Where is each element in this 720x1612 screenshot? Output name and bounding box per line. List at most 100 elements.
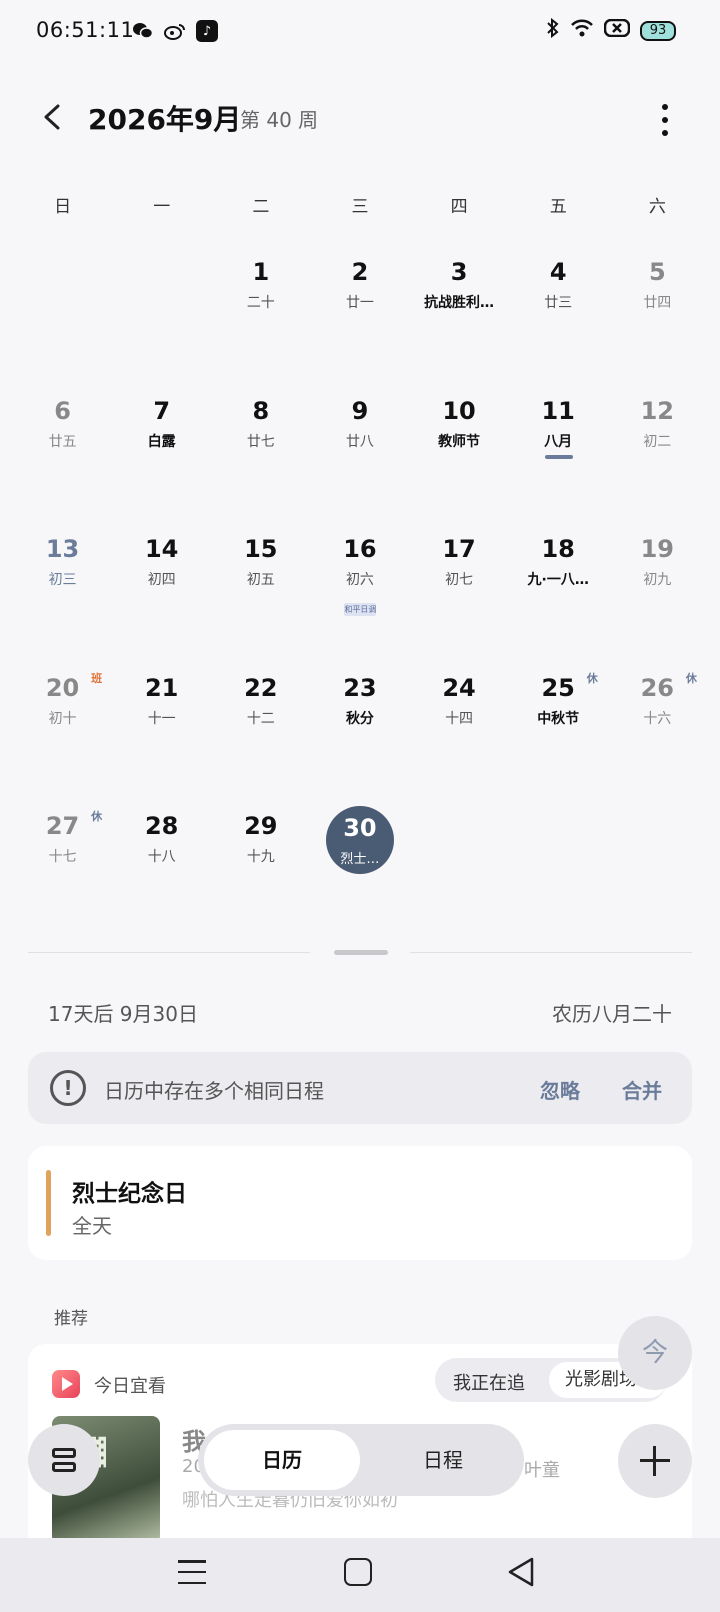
holiday-badge: 休 <box>685 671 697 685</box>
day-cell[interactable]: 29 十九 <box>211 794 310 933</box>
day-cell[interactable]: 26 十六休 <box>608 656 707 795</box>
lunar-label: 九·一八… <box>527 572 589 589</box>
back-button[interactable] <box>38 100 68 134</box>
day-number: 13 <box>45 535 80 564</box>
day-cell[interactable]: 17 初七 <box>410 517 509 656</box>
day-cell[interactable]: 28 十八 <box>112 794 211 933</box>
month-grid: 1 二十 2 廿一 3 抗战胜利… 4 廿三 5 廿四 6 廿五 7 白露 8 廿七 9 廿八 10 教师节 11 八月 1… <box>13 240 707 933</box>
day-number: 12 <box>640 396 675 425</box>
tab-calendar[interactable]: 日历 <box>204 1430 360 1490</box>
day-cell[interactable]: 18 九·一八… <box>509 517 608 656</box>
divider <box>28 952 310 953</box>
today-button[interactable]: 今 <box>618 1316 692 1390</box>
event-card[interactable]: 烈士纪念日 全天 <box>28 1146 692 1260</box>
day-number: 17 <box>442 535 476 564</box>
week-row: 1 二十 2 廿一 3 抗战胜利… 4 廿三 5 廿四 <box>13 240 707 379</box>
week-row: 27 十七休 28 十八 29 十九 30 烈士… <box>13 794 707 933</box>
lunar-label: 廿七 <box>246 433 275 450</box>
week-number: 第 40 周 <box>240 108 319 132</box>
status-app-icons: ♪ <box>132 20 218 42</box>
day-cell[interactable]: 19 初九 <box>608 517 707 656</box>
merge-button[interactable]: 合并 <box>622 1075 662 1104</box>
ignore-button[interactable]: 忽略 <box>540 1075 580 1104</box>
lunar-label: 初九 <box>643 572 672 589</box>
day-cell[interactable]: 2 廿一 <box>310 240 409 379</box>
month-title[interactable]: 2026年9月 <box>88 98 241 138</box>
day-number: 22 <box>244 673 278 702</box>
empty-cell <box>509 794 608 933</box>
day-cell[interactable]: 13 初三 <box>13 517 112 656</box>
home-button[interactable] <box>344 1558 372 1586</box>
lunar-label: 二十 <box>246 295 275 311</box>
day-cell[interactable]: 9 廿八 <box>310 379 409 518</box>
lunar-label: 教师节 <box>438 433 481 450</box>
day-cell[interactable]: 23 秋分 <box>310 656 409 795</box>
lunar-label: 廿八 <box>345 433 374 450</box>
day-cell[interactable]: 27 十七休 <box>13 794 112 933</box>
day-cell[interactable]: 10 教师节 <box>410 379 509 518</box>
day-cell[interactable]: 1 二十 <box>211 240 310 379</box>
empty-cell <box>410 794 509 933</box>
day-cell[interactable]: 15 初五 <box>211 517 310 656</box>
lunar-label: 初二 <box>643 433 672 450</box>
day-cell[interactable]: 30 烈士… <box>310 794 409 933</box>
holiday-badge: 休 <box>586 671 598 685</box>
day-number: 1 <box>252 258 270 286</box>
day-number: 3 <box>450 258 468 286</box>
system-nav-bar <box>0 1538 720 1612</box>
more-options-button[interactable] <box>660 104 670 136</box>
day-cell[interactable]: 16 初六 和平日调 <box>310 517 409 656</box>
day-cell[interactable]: 12 初二 <box>608 379 707 518</box>
day-cell[interactable]: 25 中秋节休 <box>509 656 608 795</box>
view-segment-control: 日历 日程 <box>198 1424 524 1496</box>
back-nav-button[interactable] <box>506 1556 536 1588</box>
tiktok-icon: ♪ <box>196 20 218 42</box>
day-number: 10 <box>442 396 476 425</box>
day-number: 18 <box>541 535 575 564</box>
day-cell[interactable]: 20 初十班 <box>13 656 112 795</box>
day-cell[interactable]: 11 八月 <box>509 379 608 518</box>
day-cell[interactable]: 14 初四 <box>112 517 211 656</box>
day-number: 29 <box>244 812 278 841</box>
day-number: 21 <box>144 673 179 702</box>
day-cell[interactable]: 8 廿七 <box>211 379 310 518</box>
weekday-label: 日 <box>54 197 72 217</box>
recent-apps-button[interactable] <box>178 1560 206 1584</box>
lunar-label: 白露 <box>147 433 176 450</box>
week-row: 20 初十班 21 十一 22 十二 23 秋分 24 十四 25 中秋节休 26 十六休 <box>13 656 707 795</box>
lunar-label: 十六 <box>643 710 672 727</box>
drama-cast: 叶童 <box>524 1460 560 1481</box>
view-switch-button[interactable] <box>28 1424 100 1496</box>
video-app-icon <box>52 1370 80 1398</box>
lunar-label: 廿一 <box>345 295 374 311</box>
day-number: 5 <box>648 258 666 286</box>
day-number: 2 <box>351 258 369 286</box>
day-number: 15 <box>244 535 278 564</box>
status-time: 06:51:11 <box>36 18 135 42</box>
drag-handle[interactable] <box>334 950 388 955</box>
day-cell[interactable]: 24 十四 <box>410 656 509 795</box>
day-number: 28 <box>144 812 179 841</box>
day-number: 8 <box>252 396 270 425</box>
day-cell[interactable]: 7 白露 <box>112 379 211 518</box>
day-cell[interactable]: 6 廿五 <box>13 379 112 518</box>
bluetooth-icon <box>546 17 560 43</box>
lunar-label: 初六 <box>345 572 374 589</box>
day-number: 30 <box>343 814 377 843</box>
day-number: 9 <box>351 396 369 425</box>
day-number: 23 <box>343 673 377 702</box>
day-cell[interactable]: 22 十二 <box>211 656 310 795</box>
day-cell[interactable]: 5 廿四 <box>608 240 707 379</box>
add-event-button[interactable] <box>618 1424 692 1498</box>
banner-text: 日历中存在多个相同日程 <box>104 1079 324 1103</box>
weekday-label: 二 <box>252 197 270 217</box>
day-cell[interactable]: 3 抗战胜利… <box>410 240 509 379</box>
day-cell[interactable]: 21 十一 <box>112 656 211 795</box>
day-cell[interactable]: 4 廿三 <box>509 240 608 379</box>
warning-icon: ! <box>50 1070 86 1106</box>
more-icon <box>662 104 668 110</box>
tab-following[interactable]: 我正在追 <box>453 1369 525 1395</box>
lunar-date: 农历八月二十 <box>552 1002 672 1026</box>
lunar-label: 十八 <box>147 849 176 866</box>
tab-schedule[interactable]: 日程 <box>368 1430 518 1490</box>
